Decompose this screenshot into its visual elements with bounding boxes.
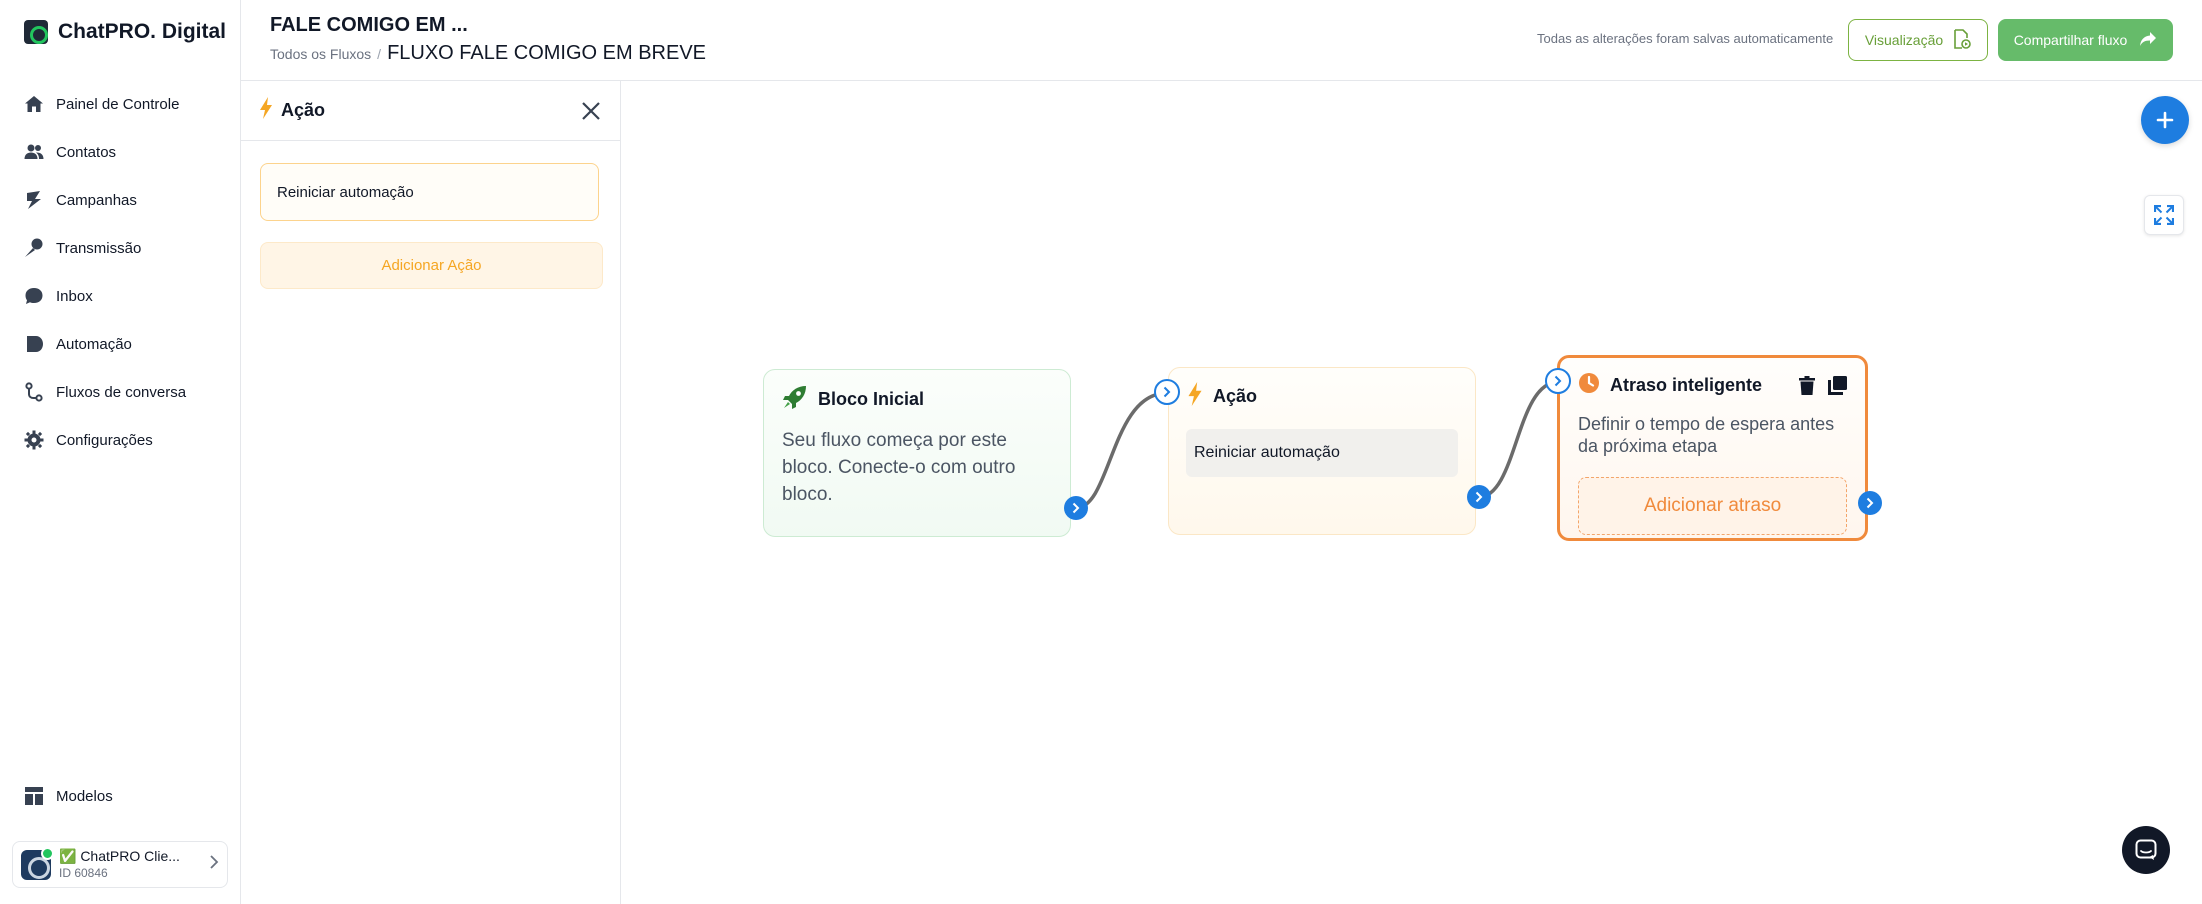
node-tools [1797,376,1847,396]
expand-icon [2154,205,2174,225]
chat-bubble-icon [24,286,44,306]
close-icon[interactable] [580,100,602,122]
share-icon [2139,31,2157,50]
account-id: ID 60846 [59,865,108,880]
breadcrumb-root-link[interactable]: Todos os Fluxos [270,46,371,62]
flow-node-start[interactable]: Bloco Inicial Seu fluxo começa por este … [763,369,1071,537]
preview-icon [1953,28,1971,52]
account-switcher[interactable]: ✅ ChatPRO Clie... ID 60846 [12,841,228,888]
sidebar: ChatPRO. Digital Painel de Controle Cont… [0,0,241,904]
breadcrumb-current[interactable]: FLUXO FALE COMIGO EM BREVE [387,42,706,65]
lightning-icon [259,97,273,124]
action-panel-header: Ação [241,81,620,141]
sidebar-item-label: Fluxos de conversa [56,383,187,401]
share-flow-button[interactable]: Compartilhar fluxo [1998,19,2173,61]
users-icon [24,142,44,162]
action-item-restart-automation[interactable]: Reiniciar automação [260,163,599,221]
sidebar-item-modelos[interactable]: Modelos [24,772,113,820]
action-panel-title: Ação [281,100,326,120]
chevron-right-icon [209,855,219,874]
node-title: Bloco Inicial [818,389,925,409]
sidebar-item-label: Painel de Controle [56,95,180,113]
edge-start-to-action [1075,391,1168,510]
share-button-label: Compartilhar fluxo [2013,32,2128,48]
flow-node-smart-delay[interactable]: Atraso inteligente Definir o tempo de es… [1557,355,1868,541]
node-description: Seu fluxo começa por este bloco. Conecte… [782,430,1016,505]
node-title: Atraso inteligente [1610,375,1763,395]
sidebar-item-configuracoes[interactable]: Configurações [24,416,186,464]
gear-icon [24,430,44,450]
start-output-handle[interactable] [1064,496,1088,520]
node-title: Ação [1213,386,1258,406]
sidebar-item-label: Contatos [56,143,117,161]
node-action-chip[interactable]: Reiniciar automação [1186,429,1458,477]
lightning-icon [1187,382,1203,411]
clock-icon [1578,372,1600,399]
sidebar-item-painel[interactable]: Painel de Controle [24,80,186,128]
flow-icon [24,382,44,402]
sidebar-item-label: Transmissão [56,239,142,257]
brand-logo[interactable]: ChatPRO. Digital [24,20,226,44]
sidebar-item-inbox[interactable]: Inbox [24,272,186,320]
node-header: Atraso inteligente [1560,358,1865,399]
breadcrumb-separator: / [377,46,382,62]
add-action-button[interactable]: Adicionar Ação [260,242,603,289]
preview-button-label: Visualização [1864,32,1944,48]
campaign-icon [24,190,44,210]
flow-node-action[interactable]: Ação Reiniciar automação [1168,367,1476,535]
node-description: Definir o tempo de espera antes da próxi… [1578,414,1835,456]
duplicate-icon[interactable] [1827,376,1847,396]
account-meta: ✅ ChatPRO Clie... ID 60846 [59,848,201,881]
node-header: Bloco Inicial [764,370,1070,415]
add-block-button[interactable] [2141,96,2189,144]
broadcast-icon [24,238,44,258]
breadcrumb: Todos os Fluxos / FLUXO FALE COMIGO EM B… [270,42,706,65]
chatpro-logo-icon [24,20,48,44]
templates-icon [24,786,44,806]
avatar [21,846,54,880]
trash-icon[interactable] [1797,376,1817,396]
chat-icon [2135,839,2157,860]
sidebar-item-fluxos[interactable]: Fluxos de conversa [24,368,186,416]
add-delay-button[interactable]: Adicionar atraso [1578,477,1847,535]
action-panel: Ação Reiniciar automação Adicionar Ação [241,81,621,904]
sidebar-item-label: Campanhas [56,191,137,209]
edge-action-to-delay [1478,380,1559,499]
fit-view-button[interactable] [2144,195,2184,235]
action-input-handle[interactable] [1154,379,1180,405]
account-name: ✅ ChatPRO Clie... [59,848,180,865]
sidebar-item-label: Inbox [56,287,93,305]
home-icon [24,94,44,114]
sidebar-item-contatos[interactable]: Contatos [24,128,186,176]
preview-button[interactable]: Visualização [1848,19,1988,61]
automation-icon [24,334,44,354]
flow-canvas[interactable]: Bloco Inicial Seu fluxo começa por este … [621,81,2202,904]
node-header: Ação [1169,368,1475,411]
sidebar-item-automacao[interactable]: Automação [24,320,186,368]
sidebar-item-campanhas[interactable]: Campanhas [24,176,186,224]
delay-input-handle[interactable] [1545,368,1571,394]
sidebar-bottom-nav: Modelos [24,772,113,820]
sidebar-item-label: Automação [56,335,132,353]
page-title: FALE COMIGO EM ... [270,14,468,36]
action-output-handle[interactable] [1467,485,1491,509]
brand-name: ChatPRO. Digital [58,20,227,43]
sidebar-item-transmissao[interactable]: Transmissão [24,224,186,272]
rocket-icon [782,384,808,415]
sidebar-item-label: Configurações [56,431,153,449]
sidebar-nav: Painel de Controle Contatos Campanhas Tr… [24,80,186,464]
delay-output-handle[interactable] [1858,491,1882,515]
sidebar-item-label: Modelos [56,787,113,805]
support-chat-launcher[interactable] [2122,826,2170,874]
save-status: Todas as alterações foram salvas automat… [1537,31,1834,46]
app-root: ChatPRO. Digital Painel de Controle Cont… [0,0,2202,904]
top-header: FALE COMIGO EM ... Todos os Fluxos / FLU… [241,0,2202,81]
plus-icon [2156,111,2174,129]
